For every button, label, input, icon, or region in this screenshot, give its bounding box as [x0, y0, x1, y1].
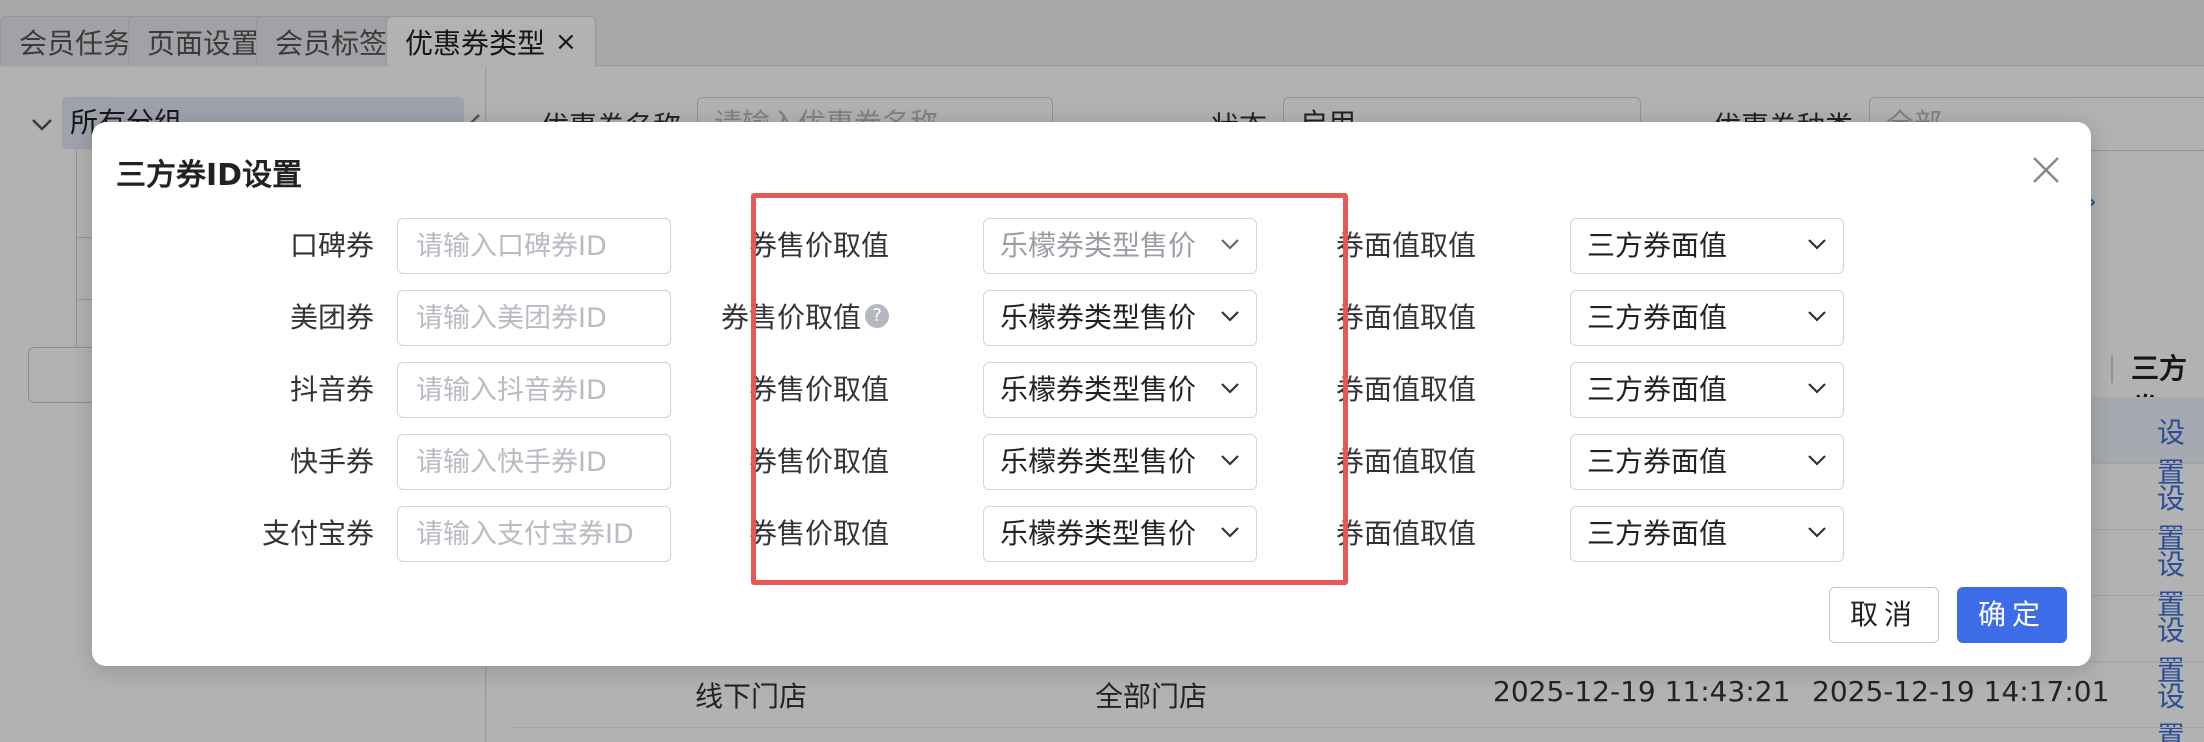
- select-value: 三方券面值: [1587, 445, 1728, 478]
- sale-price-select[interactable]: 乐檬券类型售价: [983, 218, 1257, 274]
- face-value-select[interactable]: 三方券面值: [1570, 362, 1844, 418]
- sale-price-label: 券售价取值: [748, 445, 889, 478]
- chevron-down-icon: [1808, 311, 1826, 322]
- chevron-down-icon: [1221, 239, 1239, 250]
- select-value: 乐檬券类型售价: [1000, 445, 1197, 478]
- help-icon[interactable]: ?: [865, 304, 889, 328]
- face-value-label: 券面值取值: [1335, 301, 1476, 334]
- sale-price-select[interactable]: 乐檬券类型售价: [983, 362, 1257, 418]
- chevron-down-icon: [1221, 455, 1239, 466]
- koubei-coupon-label: 口碑券: [289, 229, 374, 262]
- face-value-select[interactable]: 三方券面值: [1570, 218, 1844, 274]
- face-value-select[interactable]: 三方券面值: [1570, 290, 1844, 346]
- select-value: 三方券面值: [1587, 301, 1728, 334]
- koubei-coupon-id-input[interactable]: [397, 218, 671, 274]
- sale-price-select[interactable]: 乐檬券类型售价: [983, 506, 1257, 562]
- sale-price-label: 券售价取值: [748, 373, 889, 406]
- sale-price-label: 券售价取值: [748, 229, 889, 262]
- confirm-button[interactable]: 确定: [1957, 587, 2067, 643]
- select-value: 三方券面值: [1587, 229, 1728, 262]
- dialog-title: 三方券ID设置: [116, 158, 303, 193]
- chevron-down-icon: [1808, 455, 1826, 466]
- sale-price-select[interactable]: 乐檬券类型售价: [983, 434, 1257, 490]
- meituan-coupon-label: 美团券: [289, 301, 374, 334]
- meituan-coupon-id-input[interactable]: [397, 290, 671, 346]
- select-value: 三方券面值: [1587, 517, 1728, 550]
- sale-price-label: 券售价取值?: [721, 290, 889, 346]
- close-icon[interactable]: [2028, 152, 2064, 188]
- face-value-label: 券面值取值: [1335, 373, 1476, 406]
- chevron-down-icon: [1808, 239, 1826, 250]
- chevron-down-icon: [1808, 527, 1826, 538]
- chevron-down-icon: [1221, 527, 1239, 538]
- douyin-coupon-id-input[interactable]: [397, 362, 671, 418]
- sale-price-label: 券售价取值: [748, 517, 889, 550]
- chevron-down-icon: [1221, 311, 1239, 322]
- alipay-coupon-id-input[interactable]: [397, 506, 671, 562]
- select-value: 乐檬券类型售价: [1000, 517, 1197, 550]
- face-value-label: 券面值取值: [1335, 517, 1476, 550]
- face-value-label: 券面值取值: [1335, 445, 1476, 478]
- select-value: 乐檬券类型售价: [1000, 301, 1197, 334]
- sale-price-select[interactable]: 乐檬券类型售价: [983, 290, 1257, 346]
- chevron-down-icon: [1808, 383, 1826, 394]
- select-value: 乐檬券类型售价: [1000, 229, 1197, 262]
- chevron-down-icon: [1221, 383, 1239, 394]
- face-value-select[interactable]: 三方券面值: [1570, 506, 1844, 562]
- kuaishou-coupon-label: 快手券: [289, 445, 374, 478]
- sale-price-label-text: 券售价取值: [720, 301, 861, 334]
- cancel-button[interactable]: 取消: [1829, 587, 1939, 643]
- alipay-coupon-label: 支付宝券: [261, 517, 374, 550]
- select-value: 乐檬券类型售价: [1000, 373, 1197, 406]
- douyin-coupon-label: 抖音券: [289, 373, 374, 406]
- face-value-label: 券面值取值: [1335, 229, 1476, 262]
- third-party-coupon-id-dialog: 三方券ID设置 口碑券 券售价取值 乐檬券类型售价 券面值取值 三方券面值 美团…: [92, 122, 2091, 666]
- face-value-select[interactable]: 三方券面值: [1570, 434, 1844, 490]
- select-value: 三方券面值: [1587, 373, 1728, 406]
- kuaishou-coupon-id-input[interactable]: [397, 434, 671, 490]
